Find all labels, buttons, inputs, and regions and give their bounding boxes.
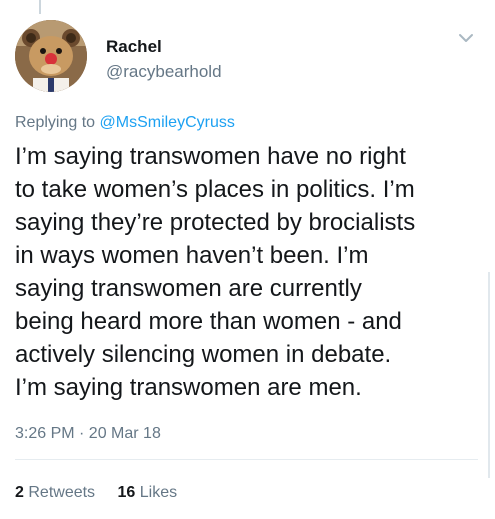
tweet-text-line: saying they’re protected by brocialists [15, 209, 416, 236]
tweet-text-line: to take women’s places in politics. I’m [15, 176, 415, 203]
engagement-stats: 2 Retweets 16 Likes [15, 484, 195, 502]
author-name[interactable]: Rachel [106, 37, 162, 57]
retweets-stat[interactable]: 2 Retweets [15, 484, 95, 501]
chevron-down-icon[interactable] [456, 30, 476, 46]
likes-label: Likes [139, 484, 178, 501]
likes-count: 16 [117, 484, 136, 501]
reply-prefix: Replying to [15, 114, 96, 131]
bear-avatar-icon [15, 20, 87, 92]
tweet-text: I’m saying transwomen have no right to t… [15, 140, 485, 404]
tweet-text-line: in ways women haven’t been. I’m [15, 242, 369, 269]
reply-mention-link[interactable]: @MsSmileyCyruss [100, 114, 235, 131]
tweet-text-line: I’m saying transwomen have no right [15, 143, 406, 170]
tweet-text-line: actively silencing women in debate. [15, 341, 392, 368]
retweets-count: 2 [15, 484, 24, 501]
likes-stat[interactable]: 16 Likes [118, 484, 178, 501]
scrollbar[interactable] [488, 272, 490, 478]
thread-connector-line [39, 0, 41, 14]
reply-context: Replying to @MsSmileyCyruss [15, 114, 235, 132]
retweets-label: Retweets [28, 484, 96, 501]
divider [15, 459, 478, 460]
tweet-text-line: being heard more than women - and [15, 308, 402, 335]
tweet-timestamp[interactable]: 3:26 PM · 20 Mar 18 [15, 425, 161, 443]
author-handle[interactable]: @racybearhold [106, 62, 222, 82]
tweet-text-line: saying transwomen are currently [15, 275, 362, 302]
tweet-text-line: I’m saying transwomen are men. [15, 374, 362, 401]
avatar[interactable] [15, 20, 87, 92]
